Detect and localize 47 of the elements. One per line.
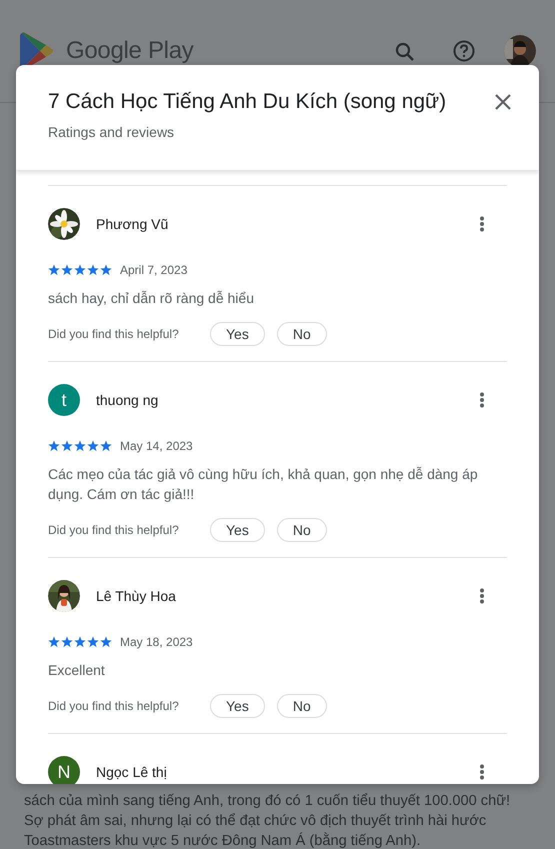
review-date: May 18, 2023	[120, 635, 193, 649]
vote-button[interactable]: Yes	[210, 322, 265, 346]
helpful-prompt: Did you find this helpful?	[48, 699, 180, 713]
reviewer-name: Lê Thùy Hoa	[96, 588, 177, 604]
search-icon[interactable]	[394, 41, 414, 61]
star-icon	[74, 440, 86, 452]
more-icon[interactable]	[480, 392, 484, 408]
dialog-title: 7 Cách Học Tiếng Anh Du Kích (song ngữ)	[48, 89, 448, 115]
star-icon	[48, 264, 60, 276]
more-icon[interactable]	[480, 216, 484, 232]
dialog-subtitle: Ratings and reviews	[48, 124, 176, 140]
reviewer-name: Ngọc Lê thị	[96, 764, 168, 780]
brand-name: Google Play	[66, 37, 194, 65]
star-icon	[87, 440, 99, 452]
vote-button[interactable]: No	[276, 694, 327, 718]
review-text: Các mẹo của tác giả vô cùng hữu ích, khả quan, gọn nhẹ dễ dàng áp dụng. Cám ơn tác giả!!!	[48, 465, 479, 504]
more-icon[interactable]	[480, 764, 484, 780]
reviewer-name: thuong ng	[96, 392, 160, 408]
vote-button[interactable]: Yes	[210, 518, 265, 542]
close-icon[interactable]	[495, 94, 511, 110]
star-icon	[48, 440, 60, 452]
help-icon[interactable]	[453, 40, 475, 62]
review-date: April 7, 2023	[120, 263, 188, 277]
star-icon	[61, 440, 73, 452]
review-date: May 14, 2023	[120, 439, 193, 453]
helpful-prompt: Did you find this helpful?	[48, 327, 180, 341]
review-text: sách hay, chỉ dẫn rõ ràng dễ hiểu	[48, 289, 255, 308]
review-text: Excellent	[48, 661, 106, 680]
star-icon	[61, 636, 73, 648]
avatar-initial: N	[48, 756, 80, 784]
helpful-prompt: Did you find this helpful?	[48, 523, 180, 537]
avatar-initial: t	[48, 384, 80, 416]
more-icon[interactable]	[480, 588, 484, 604]
star-icon	[48, 636, 60, 648]
star-icon	[61, 264, 73, 276]
star-icon	[87, 264, 99, 276]
star-icon	[100, 636, 112, 648]
star-icon	[87, 636, 99, 648]
reviewer-name: Phương Vũ	[96, 216, 170, 232]
vote-button[interactable]: No	[276, 322, 327, 346]
description-text: sách của mình sang tiếng Anh, trong đó có 1 cuốn tiểu thuyết 100.000 chữ! Sợ phát âm sai, nhưng lại có thể đạt chức vô địch thuyết trình hài hước Toastmasters khu vực 5 nước Đông Nam Á (bằng tiếng Anh).	[24, 792, 512, 849]
star-icon	[74, 264, 86, 276]
star-icon	[100, 264, 112, 276]
vote-button[interactable]: No	[276, 518, 327, 542]
star-icon	[74, 636, 86, 648]
star-icon	[100, 440, 112, 452]
vote-button[interactable]: Yes	[210, 694, 265, 718]
